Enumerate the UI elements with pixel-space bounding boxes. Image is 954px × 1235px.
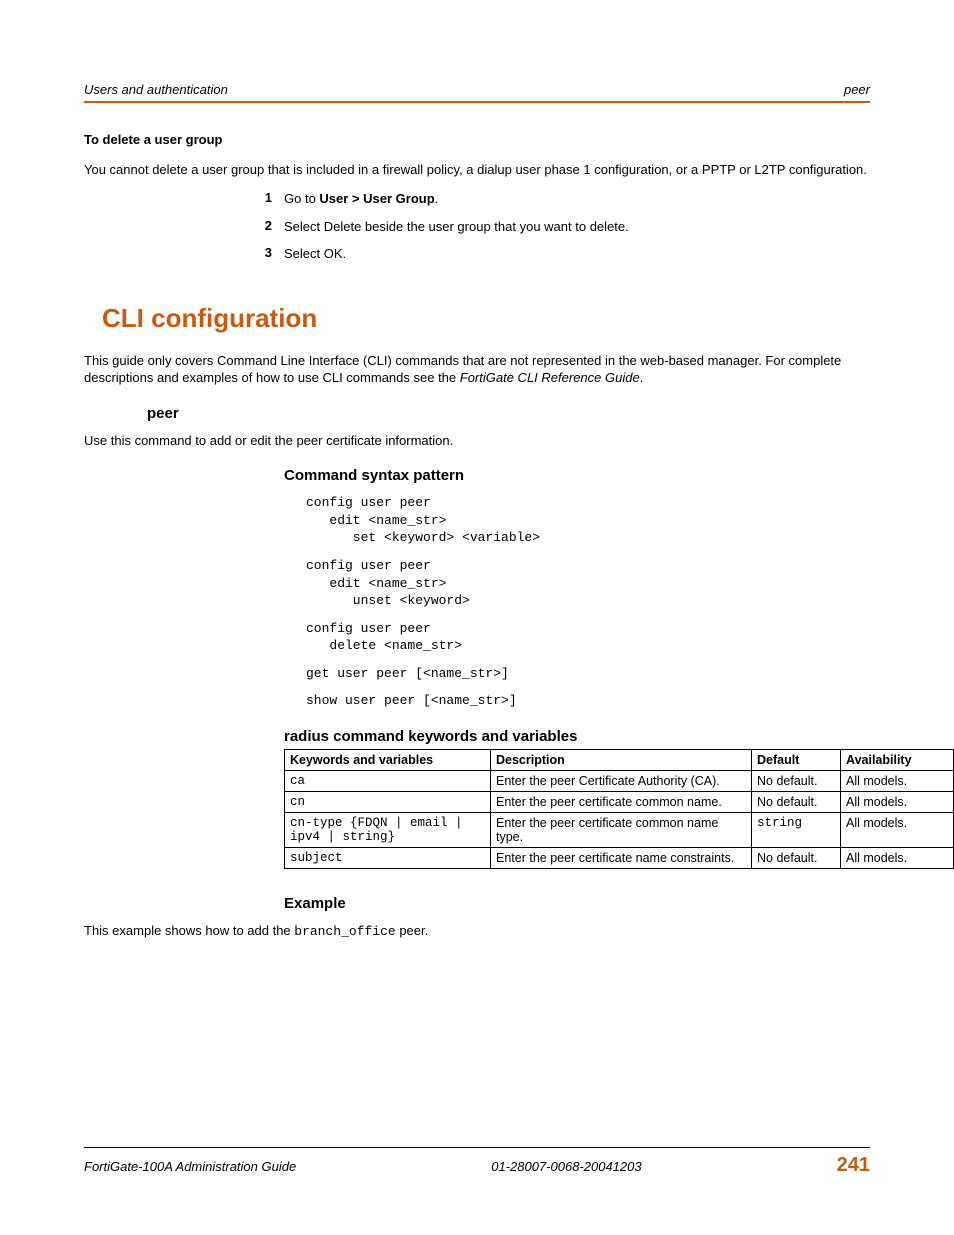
delete-group-intro: You cannot delete a user group that is i…: [84, 161, 870, 179]
page-footer: FortiGate-100A Administration Guide 01-2…: [84, 1147, 870, 1177]
footer-center: 01-28007-0068-20041203: [491, 1159, 641, 1174]
page-number: 241: [837, 1154, 870, 1177]
example-heading: Example: [284, 895, 870, 912]
syntax-block: get user peer [<name_str>]: [306, 665, 870, 683]
th: Description: [491, 749, 752, 770]
header-rule: [84, 101, 870, 103]
content: To delete a user group You cannot delete…: [84, 131, 870, 940]
step-row: 1 Go to User > User Group.: [84, 190, 870, 208]
td-avail: All models.: [841, 847, 954, 868]
peer-intro: Use this command to add or edit the peer…: [84, 432, 870, 450]
footer-row: FortiGate-100A Administration Guide 01-2…: [84, 1154, 870, 1177]
step-num: 2: [84, 218, 284, 236]
table-caption: radius command keywords and variables: [284, 728, 870, 745]
page-header: Users and authentication peer: [84, 82, 870, 97]
syntax-block: config user peer edit <name_str> set <ke…: [306, 494, 870, 547]
syntax-block: show user peer [<name_str>]: [306, 692, 870, 710]
delete-group-steps: 1 Go to User > User Group. 2 Select Dele…: [84, 190, 870, 263]
table-row: subject Enter the peer certificate name …: [285, 847, 954, 868]
td-def: No default.: [752, 770, 841, 791]
footer-rule: [84, 1147, 870, 1148]
td-kw: ca: [285, 770, 491, 791]
header-right: peer: [844, 82, 870, 97]
step-num: 3: [84, 245, 284, 263]
td-avail: All models.: [841, 770, 954, 791]
step-num: 1: [84, 190, 284, 208]
syntax-block: config user peer edit <name_str> unset <…: [306, 557, 870, 610]
td-kw: subject: [285, 847, 491, 868]
example-text: This example shows how to add the branch…: [84, 922, 870, 941]
td-avail: All models.: [841, 812, 954, 847]
table-row: cn-type {FDQN | email | ipv4 | string} E…: [285, 812, 954, 847]
th: Availability: [841, 749, 954, 770]
td-kw: cn-type {FDQN | email | ipv4 | string}: [285, 812, 491, 847]
peer-heading: peer: [147, 405, 870, 422]
table-row: ca Enter the peer Certificate Authority …: [285, 770, 954, 791]
td-desc: Enter the peer certificate common name t…: [491, 812, 752, 847]
header-left: Users and authentication: [84, 82, 228, 97]
footer-left: FortiGate-100A Administration Guide: [84, 1159, 296, 1174]
keywords-table: Keywords and variables Description Defau…: [284, 749, 954, 869]
syntax-heading: Command syntax pattern: [284, 467, 870, 484]
step-row: 3 Select OK.: [84, 245, 870, 263]
cli-heading: CLI configuration: [102, 303, 870, 334]
td-desc: Enter the peer Certificate Authority (CA…: [491, 770, 752, 791]
table-header-row: Keywords and variables Description Defau…: [285, 749, 954, 770]
td-def: No default.: [752, 791, 841, 812]
table-row: cn Enter the peer certificate common nam…: [285, 791, 954, 812]
cli-intro: This guide only covers Command Line Inte…: [84, 352, 870, 387]
step-row: 2 Select Delete beside the user group th…: [84, 218, 870, 236]
td-def: No default.: [752, 847, 841, 868]
step-body: Go to User > User Group.: [284, 190, 870, 208]
td-desc: Enter the peer certificate name constrai…: [491, 847, 752, 868]
td-kw: cn: [285, 791, 491, 812]
step-body: Select OK.: [284, 245, 870, 263]
page: Users and authentication peer To delete …: [0, 0, 954, 1235]
td-avail: All models.: [841, 791, 954, 812]
th: Default: [752, 749, 841, 770]
td-def: string: [752, 812, 841, 847]
step-body: Select Delete beside the user group that…: [284, 218, 870, 236]
delete-group-title: To delete a user group: [84, 131, 870, 149]
syntax-block: config user peer delete <name_str>: [306, 620, 870, 655]
th: Keywords and variables: [285, 749, 491, 770]
td-desc: Enter the peer certificate common name.: [491, 791, 752, 812]
